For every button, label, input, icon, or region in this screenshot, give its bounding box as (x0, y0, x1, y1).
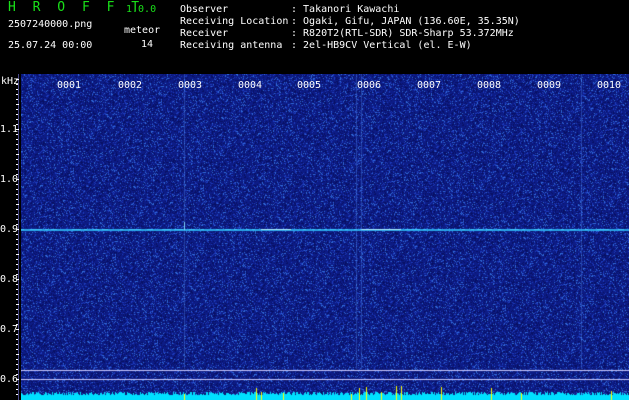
y-axis-tick (16, 184, 18, 185)
y-axis-tick (16, 309, 18, 310)
y-axis-tick (16, 144, 18, 145)
y-axis-tick (16, 284, 18, 285)
y-axis-tick (16, 289, 18, 290)
y-axis-tick (16, 89, 18, 90)
y-axis-tick (16, 124, 18, 125)
y-axis-tick (16, 159, 18, 160)
y-axis-tick (16, 334, 18, 335)
x-tick-label: 0003 (178, 80, 203, 91)
y-axis-tick (16, 219, 18, 220)
spectrogram-plot[interactable] (21, 74, 629, 400)
y-axis-tick (16, 239, 18, 240)
y-axis-tick (16, 84, 18, 85)
x-tick-label: 0001 (57, 80, 82, 91)
y-axis-unit: kHz (1, 76, 20, 87)
y-axis-tick (16, 299, 18, 300)
y-axis-tick (16, 99, 18, 100)
y-axis-tick (16, 329, 19, 330)
y-axis-tick (16, 384, 18, 385)
spectrogram-canvas (21, 74, 629, 400)
y-axis-tick (16, 394, 18, 395)
y-axis-tick (16, 379, 19, 380)
y-axis-tick (16, 154, 19, 155)
y-axis-tick (16, 274, 18, 275)
y-axis-tick (16, 79, 19, 80)
app-version: 1.0.0 (126, 4, 157, 15)
y-axis-tick (16, 364, 18, 365)
y-axis-tick (16, 304, 19, 305)
x-tick-label: 0006 (357, 80, 382, 91)
y-axis-tick (16, 339, 18, 340)
y-axis-tick (16, 249, 18, 250)
y-axis-tick (16, 209, 18, 210)
header-panel: H R O F F T 1.0.0 2507240000.png meteor … (0, 0, 629, 74)
y-axis-tick (16, 354, 19, 355)
y-axis-tick (16, 174, 18, 175)
y-axis-tick (16, 204, 19, 205)
y-axis-tick (16, 279, 19, 280)
y-axis-tick (16, 214, 18, 215)
y-axis-tick (16, 179, 19, 180)
y-axis-tick (16, 104, 19, 105)
y-axis-tick (16, 359, 18, 360)
y-axis-tick (16, 164, 18, 165)
x-tick-label: 0004 (238, 80, 263, 91)
x-tick-label: 0010 (597, 80, 622, 91)
y-axis-tick (16, 244, 18, 245)
y-axis-tick (16, 344, 18, 345)
meteor-label: meteor (124, 25, 161, 36)
y-axis-tick (16, 389, 18, 390)
file-name: 2507240000.png (8, 19, 93, 30)
y-axis-tick (16, 189, 18, 190)
y-axis-tick (16, 129, 19, 130)
y-axis-tick (16, 314, 18, 315)
y-axis-tick (16, 324, 18, 325)
y-axis-tick (16, 264, 18, 265)
y-axis-tick (16, 169, 18, 170)
y-axis-tick (16, 149, 18, 150)
x-tick-label: 0005 (297, 80, 322, 91)
y-axis-tick (16, 374, 18, 375)
y-axis-tick (16, 254, 19, 255)
y-axis-tick (16, 349, 18, 350)
y-axis-tick (16, 319, 18, 320)
date-time: 25.07.24 00:00 (8, 40, 93, 51)
y-axis-tick (16, 269, 18, 270)
y-axis-tick (16, 94, 18, 95)
antenna-value: : 2el-HB9CV Vertical (el. E-W) (291, 40, 472, 51)
y-axis-tick (16, 109, 18, 110)
y-axis-tick (16, 199, 18, 200)
app-title: H R O F F T (8, 0, 144, 15)
meteor-count: 14 (141, 39, 154, 50)
y-axis-tick (16, 259, 18, 260)
y-axis-tick (16, 369, 18, 370)
y-axis-tick (16, 234, 18, 235)
y-axis-tick (16, 139, 18, 140)
y-axis-tick (16, 134, 18, 135)
x-tick-label: 0008 (477, 80, 502, 91)
x-tick-label: 0007 (417, 80, 442, 91)
y-axis-line (18, 74, 19, 400)
y-axis-tick (16, 294, 18, 295)
x-tick-label: 0002 (118, 80, 143, 91)
y-axis-tick (16, 114, 18, 115)
y-axis-tick (16, 194, 18, 195)
y-axis-tick (16, 119, 18, 120)
y-axis-tick (16, 224, 18, 225)
y-axis-tick (16, 229, 19, 230)
x-tick-label: 0009 (537, 80, 562, 91)
antenna-key: Receiving antenna (180, 40, 283, 51)
